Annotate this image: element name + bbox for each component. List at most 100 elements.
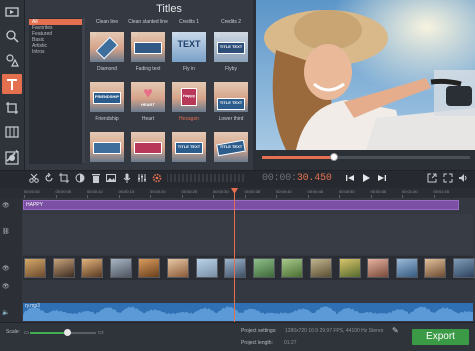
category-scrollbar[interactable] [82,18,85,163]
video-clip-thumbnail[interactable] [81,258,104,278]
project-settings-label: Project settings: [241,328,277,334]
ruler-tick-label: 00:00:15 [118,189,135,194]
video-clip-thumbnail[interactable] [138,258,161,278]
video-clip-thumbnail[interactable] [395,258,418,278]
playhead[interactable] [234,188,235,322]
thumb-label: Fly in [183,66,195,72]
favorite-heart-icon[interactable]: ♡ [173,33,180,40]
export-button[interactable]: Export [412,329,469,345]
ruler-tick-label: 00:00:50 [339,189,355,194]
title-thumb[interactable] [131,132,165,162]
favorite-heart-icon[interactable]: ♡ [91,33,98,40]
titles-icon[interactable] [2,74,22,94]
eye-icon[interactable]: 👁 [2,203,10,209]
video-clip-thumbnail[interactable] [52,258,75,278]
favorite-heart-icon[interactable]: ♡ [215,33,222,40]
column-header: Clean slanted line [128,19,168,25]
video-clip-thumbnail[interactable] [109,258,132,278]
video-clip-thumbnail[interactable] [453,258,475,278]
titles-panel: Titles All Favorites Featured Basic Arti… [25,0,275,170]
title-thumb-lower-third[interactable]: TITLE TEXT [214,82,248,112]
status-footer [0,322,475,351]
transitions-icon[interactable] [2,122,22,142]
ruler-tick-label: 00:00:05 [55,189,72,194]
eye-icon[interactable]: 👁 [2,284,10,290]
trash-icon[interactable] [90,172,102,184]
ruler-tick-label: 00:01:05 [433,189,450,194]
title-thumb-heart[interactable]: ♥ HEART [131,82,165,112]
title-thumb[interactable] [90,132,124,162]
video-clip-thumbnail[interactable] [367,258,390,278]
export-frame-icon[interactable] [426,172,438,184]
play-icon[interactable] [360,172,372,184]
title-thumb[interactable]: TITLE TEXT [172,132,206,162]
thumb-label: Heart [141,116,155,122]
preview-image [256,0,475,150]
equalizer-icon[interactable] [136,172,148,184]
video-preview[interactable] [256,0,475,150]
ruler-tick-label: 00:00:45 [307,189,324,194]
filter-magnify-icon[interactable] [2,26,22,46]
title-thumb[interactable]: TITLE TEXT [214,132,248,162]
timecode-display: 00:00:30.450 [262,172,332,186]
scale-slider-fill [30,332,66,334]
ruler-tick-label: 00:00:20 [150,189,166,194]
video-clip-thumbnail[interactable] [424,258,447,278]
heart-icon: ♥ [143,85,153,102]
settings-gear-icon[interactable] [151,172,163,184]
video-clip-thumbnail[interactable] [281,258,304,278]
zoom-out-icon[interactable]: ▭ [24,330,29,336]
timecode-current: 30.450 [296,173,332,184]
audio-clip-label: ry.mp3 [25,303,40,309]
category-item[interactable]: Intros [29,49,83,55]
microphone-icon[interactable] [121,172,133,184]
video-clip-thumbnail[interactable] [252,258,275,278]
scissors-icon[interactable] [28,172,40,184]
ruler-tick-label: 00:00:00 [24,189,40,194]
scale-slider-handle[interactable] [64,329,71,336]
video-clip-thumbnail[interactable] [310,258,332,278]
ruler-tick-label: 00:01:00 [402,189,418,194]
fullscreen-icon[interactable] [442,172,454,184]
edit-pencil-icon[interactable]: ✎ [392,326,399,335]
audio-clip[interactable] [23,303,473,321]
skip-forward-icon[interactable] [376,172,388,184]
zoom-in-icon[interactable]: ▭ [98,329,104,336]
zoom-icon[interactable] [2,148,22,168]
video-clip-thumbnail[interactable] [224,258,247,278]
title-thumb-friendship[interactable]: FRIENDSHIP [90,82,124,112]
shapes-icon[interactable] [2,50,22,70]
video-clip-thumbnail[interactable] [24,258,46,278]
thumb-label: Lower third [218,116,244,122]
project-length-value: 01:27 [284,340,297,346]
image-icon[interactable] [105,172,117,184]
ruler-tick-label: 00:00:30 [213,189,229,194]
color-adjust-icon[interactable] [74,172,86,184]
column-header: Credits 1 [178,19,199,25]
video-icon[interactable] [2,2,22,22]
crop-tool-icon[interactable] [58,172,70,184]
eye-icon[interactable]: 👁 [2,266,10,272]
title-clip[interactable]: HAPPY [23,200,459,210]
column-header: Credits 2 [220,19,241,25]
video-clip-thumbnail[interactable] [195,258,218,278]
speaker-icon[interactable]: 🔈 [2,310,10,316]
thumb-label: Fading text [135,66,161,72]
title-thumb-hexagon[interactable]: Happy [172,82,206,112]
skip-back-icon[interactable] [344,172,356,184]
video-clip-thumbnail[interactable] [338,258,361,278]
overlay-track[interactable] [23,214,473,254]
project-settings-value: 1280x720 16:9 29.97 FPS, 44100 Hz Stereo [285,328,384,334]
ruler-tick-label: 00:00:40 [276,189,292,194]
preview-slider-handle[interactable] [330,153,338,161]
video-clip-thumbnail[interactable] [167,258,189,278]
rotate-icon[interactable] [43,172,55,184]
category-list: All Favorites Featured Basic Artistic In… [29,18,83,164]
crop-icon[interactable] [2,98,22,118]
favorite-heart-icon[interactable]: ♡ [132,33,139,40]
toolbar-separator [167,172,247,184]
ruler-tick-label: 00:00:25 [181,189,198,194]
link-icon[interactable]: ⛓ [2,229,10,235]
column-header: Clean line [95,19,119,25]
volume-icon[interactable] [457,172,469,184]
